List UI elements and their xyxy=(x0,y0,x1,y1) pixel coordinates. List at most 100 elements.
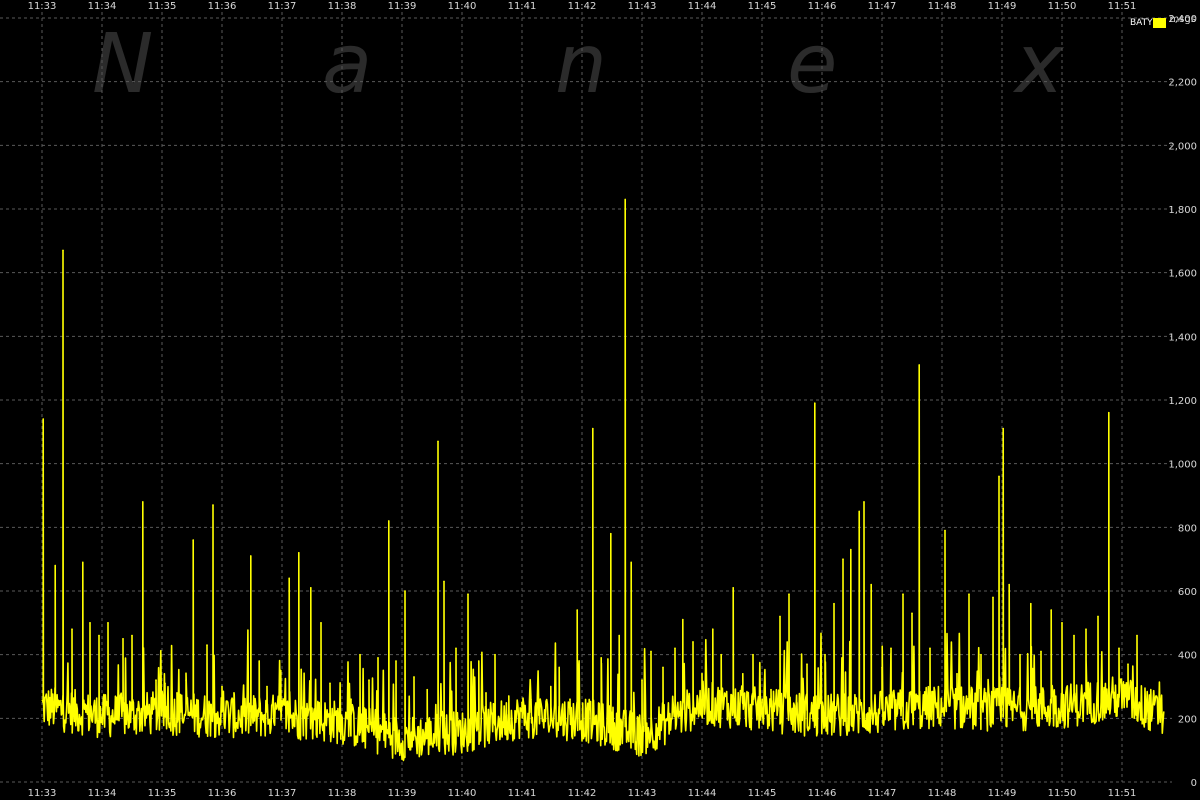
data-point xyxy=(692,641,694,643)
legend-label: BATY xyxy=(1130,18,1153,28)
data-point xyxy=(1073,634,1075,637)
x-tick-label-top: 11:38 xyxy=(328,1,357,12)
data-point xyxy=(870,583,872,586)
data-point xyxy=(980,653,982,656)
data-point xyxy=(662,666,664,669)
data-point xyxy=(521,701,523,704)
y-tick-label: 1,200 xyxy=(1168,396,1197,407)
x-tick-label-bottom: 11:37 xyxy=(268,788,297,799)
y-tick-label: 1,600 xyxy=(1168,269,1197,280)
data-point xyxy=(1097,615,1099,618)
data-point xyxy=(806,663,808,666)
data-point xyxy=(911,612,913,615)
watermark-letter: N xyxy=(92,17,153,112)
y-tick-label: 400 xyxy=(1178,651,1197,662)
data-point xyxy=(550,685,552,688)
x-tick-label-bottom: 11:51 xyxy=(1108,788,1137,799)
data-point xyxy=(701,672,703,675)
x-tick-label-bottom: 11:34 xyxy=(88,788,117,799)
x-tick-label-top: 11:34 xyxy=(88,1,117,12)
data-point xyxy=(329,682,331,685)
data-point xyxy=(71,628,73,630)
x-tick-label-top: 11:47 xyxy=(868,1,897,12)
x-tick-label-top: 11:43 xyxy=(628,1,657,12)
data-point xyxy=(890,647,892,650)
x-tick-label-bottom: 11:44 xyxy=(688,788,717,799)
y-tick-label: 600 xyxy=(1178,587,1197,598)
x-tick-label-top: 11:50 xyxy=(1048,1,1077,12)
data-point xyxy=(258,660,261,662)
data-point xyxy=(233,692,235,694)
data-point xyxy=(1050,609,1052,611)
data-point xyxy=(206,644,208,646)
data-point xyxy=(62,249,64,252)
x-tick-label-bottom: 11:38 xyxy=(328,788,357,799)
data-point xyxy=(944,529,946,532)
data-point xyxy=(426,688,429,691)
data-point xyxy=(176,692,178,694)
x-tick-label-bottom: 11:45 xyxy=(748,788,777,799)
x-tick-label-top: 11:41 xyxy=(508,1,537,12)
x-tick-label-top: 11:49 xyxy=(988,1,1017,12)
data-point xyxy=(164,682,166,685)
data-point xyxy=(618,634,620,637)
x-tick-label-bottom: 11:42 xyxy=(568,788,597,799)
data-point xyxy=(1019,653,1021,656)
data-point xyxy=(395,660,397,662)
x-tick-label-top: 11:33 xyxy=(28,1,57,12)
x-tick-label-bottom: 11:33 xyxy=(28,788,57,799)
data-point xyxy=(814,402,816,404)
data-point xyxy=(720,653,722,656)
data-point xyxy=(998,475,1000,478)
x-tick-label-bottom: 11:48 xyxy=(928,788,957,799)
data-point xyxy=(413,676,415,678)
data-point xyxy=(1108,411,1110,414)
y-axis-unit: msgs xyxy=(1169,14,1196,25)
data-point xyxy=(796,701,798,704)
y-tick-label: 2,000 xyxy=(1168,141,1197,152)
data-point xyxy=(674,647,676,650)
data-point xyxy=(902,593,904,595)
watermark-letter: x xyxy=(1012,17,1065,112)
x-tick-label-top: 11:42 xyxy=(568,1,597,12)
x-tick-label-top: 11:37 xyxy=(268,1,297,12)
data-point xyxy=(842,558,844,560)
data-point xyxy=(192,539,194,541)
data-point xyxy=(956,672,958,675)
data-point xyxy=(404,590,406,592)
x-tick-label-bottom: 11:50 xyxy=(1048,788,1077,799)
data-point xyxy=(833,602,835,605)
data-point xyxy=(1030,602,1032,605)
data-point xyxy=(310,587,312,589)
x-tick-label-bottom: 11:39 xyxy=(388,788,417,799)
y-tick-label: 200 xyxy=(1178,714,1197,725)
data-point xyxy=(732,587,734,589)
x-tick-label-bottom: 11:40 xyxy=(448,788,477,799)
data-point xyxy=(288,577,291,580)
data-point xyxy=(1118,647,1120,650)
data-point xyxy=(968,593,970,595)
data-point xyxy=(54,564,56,567)
data-point xyxy=(131,634,133,637)
y-tick-label: 1,000 xyxy=(1168,460,1197,471)
data-point xyxy=(155,679,157,681)
data-point xyxy=(98,634,100,637)
x-tick-label-top: 11:35 xyxy=(148,1,177,12)
watermark-letter: a xyxy=(322,17,372,112)
data-point xyxy=(600,657,602,659)
x-tick-label-top: 11:40 xyxy=(448,1,477,12)
data-point xyxy=(1040,650,1042,653)
data-point xyxy=(858,510,860,513)
data-point xyxy=(508,695,510,697)
data-point xyxy=(1085,628,1087,630)
data-point xyxy=(320,622,322,624)
data-point xyxy=(298,552,300,554)
data-point xyxy=(918,364,920,366)
data-point xyxy=(377,657,379,659)
data-point xyxy=(641,679,643,681)
data-point xyxy=(437,440,439,443)
watermark-letter: n xyxy=(555,17,607,112)
data-point xyxy=(779,615,781,618)
data-point xyxy=(250,555,252,557)
y-tick-label: 1,400 xyxy=(1168,332,1197,343)
